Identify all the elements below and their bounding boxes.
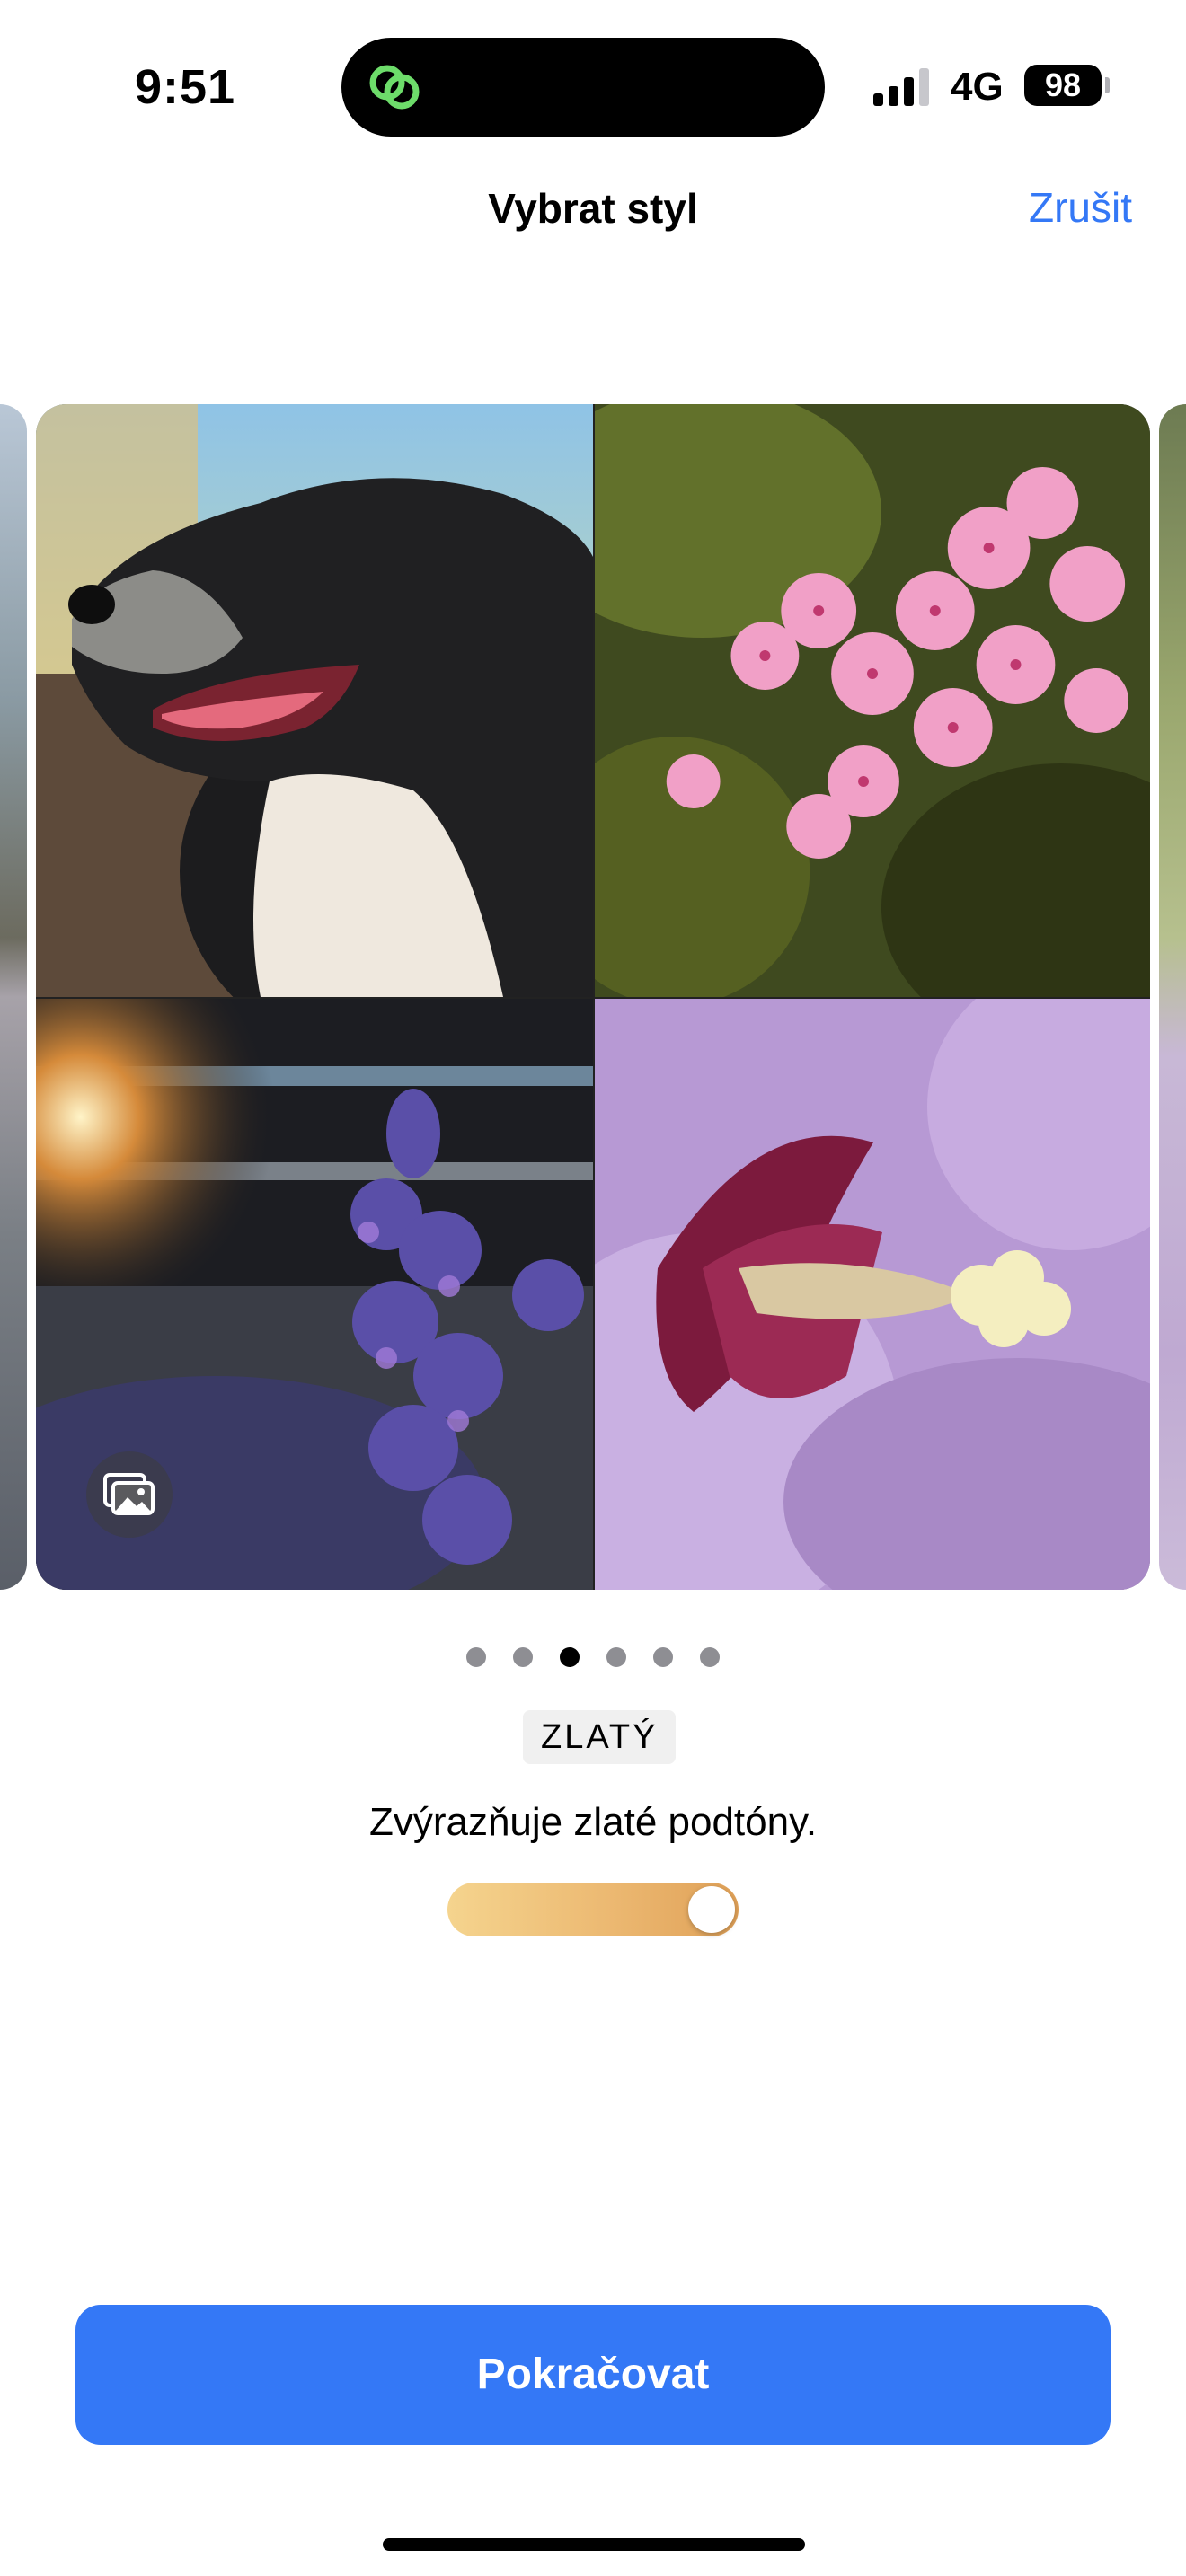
style-description: Zvýrazňuje zlaté podtóny. [368, 1800, 818, 1844]
previous-style-card[interactable] [0, 404, 27, 1590]
slider-thumb[interactable] [688, 1886, 735, 1933]
status-time: 9:51 [135, 60, 236, 114]
home-indicator[interactable] [383, 2538, 805, 2551]
style-name-badge: ZLATÝ [523, 1710, 677, 1764]
battery-icon: 98 [1024, 65, 1102, 106]
cancel-button[interactable]: Zrušit [1029, 183, 1132, 232]
page-dot-1[interactable] [466, 1647, 486, 1667]
page-dot-5[interactable] [653, 1647, 673, 1667]
cellular-signal-icon [873, 66, 931, 106]
pink-flowers-photo [595, 404, 1150, 997]
photos-icon [103, 1473, 155, 1515]
hibiscus-photo [595, 999, 1150, 1590]
battery-cap [1105, 77, 1110, 93]
style-preview-card[interactable] [36, 404, 1150, 1590]
activity-link-icon [369, 65, 420, 110]
page-dot-6[interactable] [700, 1647, 720, 1667]
page-dot-2[interactable] [513, 1647, 533, 1667]
continue-button[interactable]: Pokračovat [75, 2305, 1111, 2445]
style-intensity-slider[interactable] [447, 1883, 739, 1936]
dynamic-island [341, 38, 825, 137]
page-dot-3[interactable] [560, 1647, 580, 1667]
dog-photo [36, 404, 593, 997]
network-type: 4G [951, 65, 1004, 109]
page-dot-4[interactable] [606, 1647, 626, 1667]
page-indicator[interactable] [0, 1647, 1186, 1667]
photo-library-button[interactable] [86, 1451, 173, 1538]
page-title: Vybrat styl [488, 185, 698, 232]
next-style-card[interactable] [1159, 404, 1186, 1590]
